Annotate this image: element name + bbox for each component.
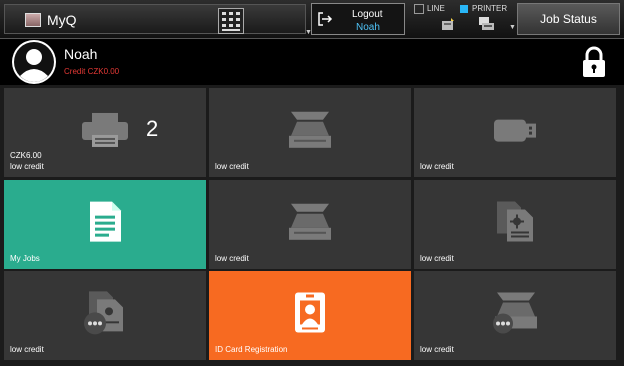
logout-username: Noah bbox=[356, 22, 380, 33]
printer-label: PRINTER bbox=[472, 4, 508, 13]
logout-label: Logout bbox=[352, 9, 383, 20]
tile-label: low credit bbox=[420, 162, 454, 171]
job-status-button[interactable]: Job Status bbox=[517, 3, 620, 35]
app-menu-button[interactable]: MyQ ▼ bbox=[4, 4, 312, 36]
app-icon bbox=[25, 13, 41, 27]
tile-label: low credit bbox=[420, 254, 454, 263]
user-bar: Noah Credit CZK0.00 bbox=[0, 39, 624, 85]
user-credit: Credit CZK0.00 bbox=[64, 67, 120, 76]
user-silhouette-icon bbox=[14, 42, 54, 82]
printer-status-box bbox=[460, 4, 468, 13]
keypad-icon[interactable] bbox=[218, 8, 244, 34]
top-bar: MyQ ▼ Logout Noah LINE PRINTER ▼ Job Sta… bbox=[0, 0, 624, 39]
usb-drive-icon bbox=[494, 119, 536, 142]
line-label: LINE bbox=[427, 4, 445, 14]
logout-icon bbox=[318, 12, 333, 26]
document-more-icon bbox=[84, 290, 123, 334]
id-card-icon bbox=[295, 291, 325, 332]
tile-scan[interactable]: low credit bbox=[209, 88, 411, 177]
tile-label: My Jobs bbox=[10, 254, 40, 263]
fax-status-icon[interactable] bbox=[441, 17, 455, 31]
line-indicator: LINE bbox=[414, 4, 445, 14]
tile-label: low credit bbox=[420, 345, 454, 354]
print-job-count: 2 bbox=[146, 116, 159, 141]
tile-label: low credit bbox=[10, 162, 44, 171]
printer-indicator: PRINTER bbox=[460, 4, 507, 13]
scanner-icon bbox=[289, 111, 331, 148]
tile-scan-2[interactable]: low credit bbox=[209, 180, 411, 269]
lock-icon[interactable] bbox=[581, 46, 607, 78]
tile-print[interactable]: 2 CZK6.00 low credit bbox=[4, 88, 206, 177]
line-checkbox bbox=[414, 4, 424, 14]
tile-label: low credit bbox=[10, 345, 44, 354]
avatar bbox=[12, 40, 56, 84]
document-icon bbox=[90, 201, 121, 242]
logout-button[interactable]: Logout Noah bbox=[311, 3, 405, 35]
user-name: Noah bbox=[64, 46, 98, 62]
copy-document-icon bbox=[497, 200, 533, 241]
app-title: MyQ bbox=[47, 12, 77, 28]
printer-icon bbox=[82, 112, 128, 147]
tile-label: ID Card Registration bbox=[215, 345, 288, 354]
tile-credit-value: CZK6.00 bbox=[10, 151, 42, 160]
tile-usb[interactable]: low credit bbox=[414, 88, 616, 177]
tile-label: low credit bbox=[215, 254, 249, 263]
tile-copy-more[interactable]: low credit bbox=[4, 271, 206, 360]
tile-id-card-registration[interactable]: ID Card Registration bbox=[209, 271, 411, 360]
tile-scan-more[interactable]: low credit bbox=[414, 271, 616, 360]
scanner-icon bbox=[289, 203, 331, 240]
tile-label: low credit bbox=[215, 162, 249, 171]
printer-status-icon[interactable] bbox=[478, 16, 496, 32]
status-dropdown-icon[interactable]: ▼ bbox=[509, 24, 516, 31]
tile-copy[interactable]: low credit bbox=[414, 180, 616, 269]
scanner-more-icon bbox=[493, 291, 537, 333]
tile-my-jobs[interactable]: My Jobs bbox=[4, 180, 206, 269]
